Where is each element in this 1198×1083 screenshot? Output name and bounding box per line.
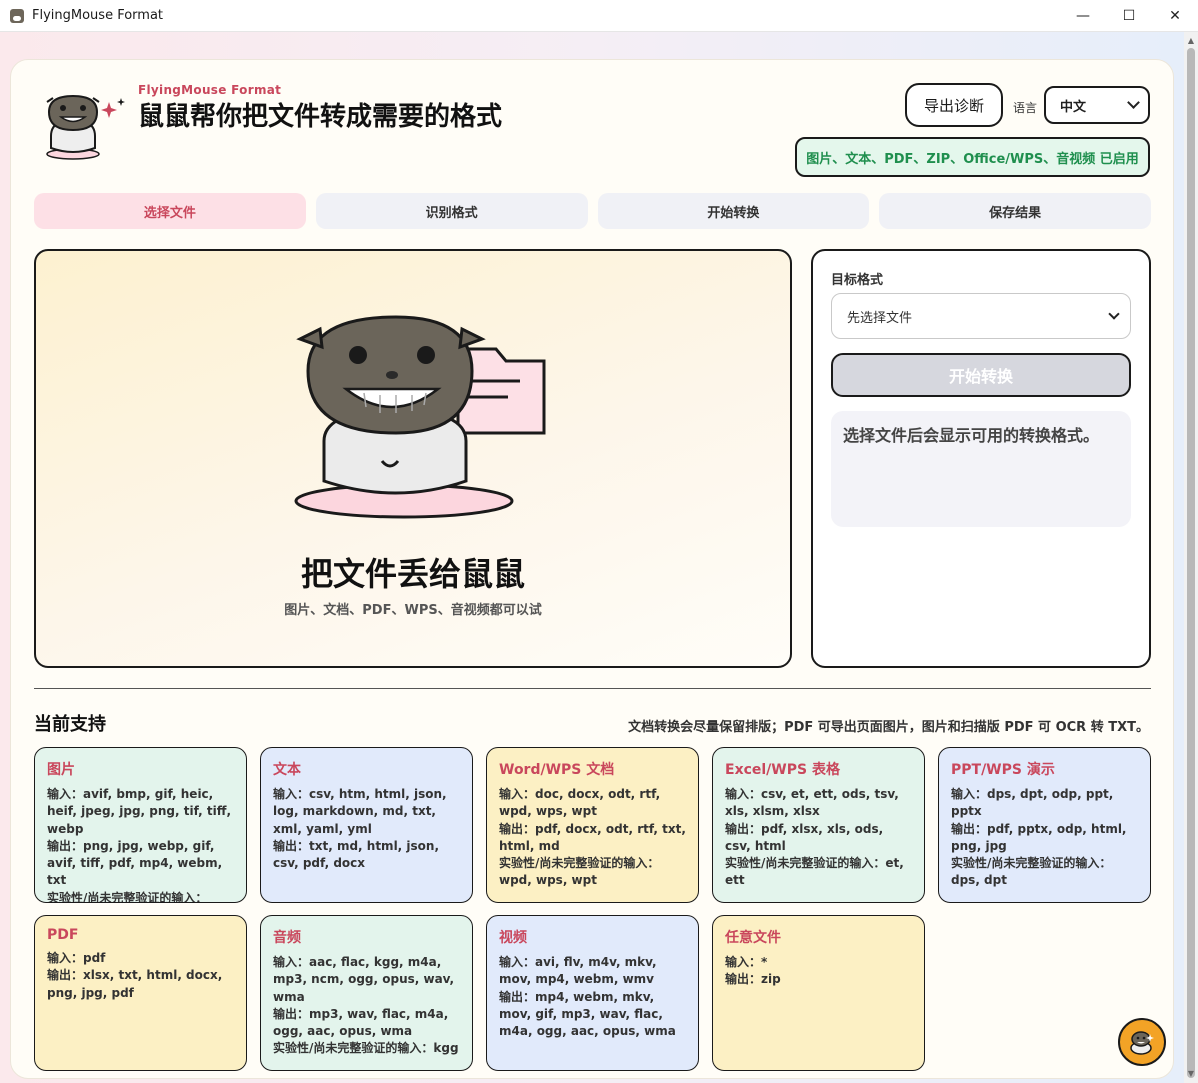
format-card-line: 输入：avi, flv, m4v, mkv, mov, mp4, webm, w… <box>499 955 657 987</box>
conversion-panel: 目标格式 先选择文件 开始转换 选择文件后会显示可用的转换格式。 <box>811 249 1151 668</box>
format-card-line: 输出：pdf, docx, odt, rtf, txt, html, md <box>499 821 686 853</box>
format-card-line: 输出：zip <box>725 972 781 987</box>
main-card: FlyingMouse Format 鼠鼠帮你把文件转成需要的格式 导出诊断 语… <box>10 59 1174 1079</box>
format-card: 视频输入：avi, flv, m4v, mkv, mov, mp4, webm,… <box>486 915 699 1071</box>
scrollbar-thumb[interactable] <box>1187 48 1195 1078</box>
format-card-title: 文本 <box>273 762 301 778</box>
minimize-button[interactable]: — <box>1060 0 1106 32</box>
language-select[interactable]: 中文 <box>1044 86 1150 124</box>
export-diagnostics-button[interactable]: 导出诊断 <box>905 83 1003 127</box>
format-card: PPT/WPS 演示输入：dps, dpt, odp, ppt, pptx 输出：… <box>938 747 1151 903</box>
close-button[interactable]: ✕ <box>1152 0 1198 32</box>
format-card: 音频输入：aac, flac, kgg, m4a, mp3, ncm, ogg,… <box>260 915 473 1071</box>
format-card-line: 输出：xlsx, txt, html, docx, png, jpg, pdf <box>47 968 223 1000</box>
brand-name: FlyingMouse Format <box>138 83 282 97</box>
scroll-down-icon[interactable]: ▼ <box>1186 1069 1196 1079</box>
format-card-title: 视频 <box>499 930 527 946</box>
page-title: 鼠鼠帮你把文件转成需要的格式 <box>138 102 503 132</box>
format-card-line: 输入：dps, dpt, odp, ppt, pptx <box>951 787 1114 819</box>
format-card: PDF 输入：pdf 输出：xlsx, txt, html, docx, png, … <box>34 915 247 1071</box>
format-card: Word/WPS 文档输入：doc, docx, odt, rtf, wpd, … <box>486 747 699 903</box>
support-note: 文档转换会尽量保留排版；PDF 可导出页面图片，图片和扫描版 PDF 可 OCR… <box>628 720 1149 735</box>
format-card-title: 任意文件 <box>725 930 781 946</box>
format-card: 任意文件输入：* 输出：zip <box>712 915 925 1071</box>
format-card-line: 输入：aac, flac, kgg, m4a, mp3, ncm, ogg, o… <box>273 955 455 1004</box>
format-card-title: PPT/WPS 演示 <box>951 762 1055 778</box>
chevron-down-icon <box>1108 308 1120 320</box>
format-card-title: 图片 <box>47 762 75 778</box>
format-card-line: 输出：mp4, webm, mkv, mov, gif, mp3, wav, f… <box>499 989 676 1039</box>
format-card-title: 音频 <box>273 930 301 946</box>
format-card-line: 输入：csv, htm, html, json, log, markdown, … <box>273 787 447 836</box>
file-drop-zone[interactable]: 把文件丢给鼠鼠 图片、文档、PDF、WPS、音视频都可以试 <box>34 249 792 668</box>
mascot-icon <box>1130 1031 1154 1055</box>
maximize-button[interactable]: ☐ <box>1106 0 1152 32</box>
step-detect-format[interactable]: 识别格式 <box>315 193 588 229</box>
format-card-line: 输入：* <box>725 955 768 969</box>
mascot-illustration <box>294 315 546 519</box>
scrollbar[interactable]: ▲ ▼ <box>1184 32 1198 1083</box>
step-start-convert[interactable]: 开始转换 <box>597 193 870 229</box>
format-card-line: 输出：mp3, wav, flac, m4a, ogg, aac, opus, … <box>273 1006 449 1039</box>
section-divider <box>34 688 1151 689</box>
target-format-label: 目标格式 <box>831 273 884 288</box>
target-format-select[interactable]: 先选择文件 <box>831 293 1131 339</box>
format-card: 文本输入：csv, htm, html, json, log, markdown… <box>260 747 473 903</box>
app-icon <box>10 8 24 23</box>
window-titlebar: FlyingMouse Format — ☐ ✕ <box>0 0 1198 32</box>
format-card-line: 实验性/尚未完整验证的输入：wpd, wps, wpt <box>499 856 660 888</box>
format-card-line: 输出：pdf, xlsx, xls, ods, csv, html <box>725 821 884 853</box>
step-tabs: 选择文件 识别格式 开始转换 保存结果 <box>34 193 1151 229</box>
format-card-line: 实验性/尚未完整验证的输入：heic, heif <box>47 890 208 903</box>
chevron-down-icon <box>1127 96 1140 109</box>
format-hint: 选择文件后会显示可用的转换格式。 <box>831 411 1131 527</box>
step-save-result[interactable]: 保存结果 <box>879 193 1151 229</box>
scroll-up-icon[interactable]: ▲ <box>1186 36 1196 46</box>
format-card-line: 输出：pdf, pptx, odp, html, png, jpg <box>951 821 1127 853</box>
format-card-line: 输入：pdf <box>47 951 106 965</box>
window-controls: — ☐ ✕ <box>1060 0 1198 32</box>
format-card-line: 输出：txt, md, html, json, csv, pdf, docx <box>273 838 440 871</box>
format-card: Excel/WPS 表格输入：csv, et, ett, ods, tsv, x… <box>712 747 925 903</box>
mascot-logo <box>46 94 125 160</box>
format-card-title: Excel/WPS 表格 <box>725 762 840 778</box>
format-card-line: 输入：csv, et, ett, ods, tsv, xls, xlsm, xl… <box>725 787 899 819</box>
format-card-title: PDF <box>47 927 79 943</box>
format-card-line: 实验性/尚未完整验证的输入：et, ett <box>725 856 904 888</box>
language-label: 语言 <box>1013 101 1038 115</box>
format-card-line: 输出：png, jpg, webp, gif, avif, tiff, pdf,… <box>47 838 223 888</box>
drop-zone-title: 把文件丢给鼠鼠 <box>300 555 525 593</box>
step-select-file[interactable]: 选择文件 <box>34 193 306 229</box>
language-value: 中文 <box>1060 99 1087 115</box>
format-card-line: 实验性/尚未完整验证的输入：kgg <box>273 1041 459 1056</box>
drop-zone-subtitle: 图片、文档、PDF、WPS、音视频都可以试 <box>284 603 542 618</box>
format-card-line: 实验性/尚未完整验证的输入：dps, dpt <box>951 856 1112 888</box>
format-support-grid: 图片输入：avif, bmp, gif, heic, heif, jpeg, j… <box>34 747 1151 1071</box>
status-badge: 图片、文本、PDF、ZIP、Office/WPS、音视频 已启用 <box>795 137 1150 177</box>
format-card: 图片输入：avif, bmp, gif, heic, heif, jpeg, j… <box>34 747 247 903</box>
target-format-value: 先选择文件 <box>847 310 913 326</box>
format-card-line: 输入：doc, docx, odt, rtf, wpd, wps, wpt <box>499 787 661 819</box>
format-card-title: Word/WPS 文档 <box>499 762 615 778</box>
support-section-title: 当前支持 <box>34 714 106 735</box>
window-title: FlyingMouse Format <box>32 8 164 23</box>
mascot-fab-button[interactable] <box>1118 1018 1166 1066</box>
start-convert-button[interactable]: 开始转换 <box>831 353 1131 397</box>
format-card-line: 输入：avif, bmp, gif, heic, heif, jpeg, jpg… <box>47 787 232 836</box>
